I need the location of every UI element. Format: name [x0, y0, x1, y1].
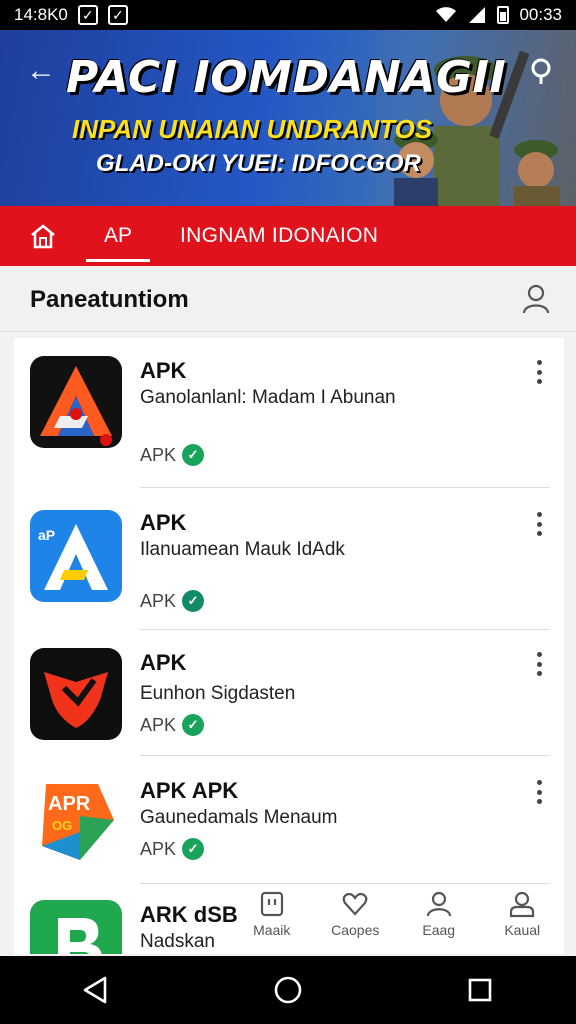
- nav-label: Maaik: [253, 922, 291, 938]
- app-tag-label: APK: [140, 714, 177, 735]
- list-item[interactable]: APK Eunhon Sigdasten APK ✓: [14, 630, 564, 756]
- app-description: Eunhon Sigdasten: [140, 683, 296, 704]
- section-header: Paneatuntiom: [0, 266, 576, 332]
- colorful-apr-icon: APR OG: [30, 776, 122, 868]
- list-item[interactable]: APK Ganolanlanl: Madam I Abunan APK ✓: [14, 338, 564, 488]
- app-title: APK: [140, 358, 187, 383]
- back-arrow-icon[interactable]: ←: [26, 56, 56, 86]
- home-icon: [31, 224, 55, 249]
- nav-item-caopes[interactable]: Caopes: [315, 890, 395, 954]
- check-notification-icon: ✓: [107, 5, 128, 25]
- signal-icon: [469, 7, 486, 23]
- app-title: APK: [140, 650, 187, 675]
- app-tag-label: APK: [140, 444, 177, 465]
- promo-banner: ← PACI IOMDANAGII INPAN UNAIAN UNDRANTOS…: [0, 30, 576, 206]
- home-circle-icon[interactable]: [271, 973, 305, 1007]
- banner-subtitle-2: GLAD-OKI YUEI: IDFOCGOR: [96, 150, 421, 177]
- app-tag: APK ✓: [140, 838, 205, 860]
- user-icon[interactable]: [522, 284, 550, 314]
- nav-label: Kaual: [504, 922, 541, 938]
- status-time-right: 00:33: [519, 5, 562, 24]
- nav-item-eaag[interactable]: Eaag: [399, 890, 479, 954]
- banner-subtitle: INPAN UNAIAN UNDRANTOS: [72, 114, 433, 144]
- app-tag-label: APK: [140, 838, 177, 859]
- wifi-icon: [436, 7, 457, 22]
- green-b-icon: [30, 900, 122, 954]
- status-time-left: 14:8K0: [14, 5, 68, 24]
- svg-text:OG: OG: [52, 818, 72, 833]
- person-icon: [426, 891, 451, 917]
- more-options-icon[interactable]: [528, 358, 550, 386]
- app-tag: APK ✓: [140, 444, 205, 466]
- app-title: APK: [140, 510, 187, 535]
- check-notification-icon: ✓: [77, 5, 98, 25]
- app-title: APK APK: [140, 778, 239, 803]
- nav-item-kaual[interactable]: Kaual: [482, 890, 562, 954]
- search-icon[interactable]: [528, 56, 558, 86]
- app-description: Gaunedamals Menaum: [140, 807, 338, 828]
- tab-indonesian[interactable]: INGNAM IDONAION: [180, 206, 378, 266]
- app-description: Ganolanlanl: Madam I Abunan: [140, 387, 396, 408]
- verified-icon: ✓: [182, 714, 205, 736]
- blue-a-icon: aP: [30, 510, 122, 602]
- tab-bar: AP INGNAM IDONAION: [0, 206, 576, 266]
- back-triangle-icon[interactable]: [79, 973, 113, 1007]
- more-options-icon[interactable]: [528, 778, 550, 806]
- app-title: ARK dSB: [140, 902, 238, 927]
- status-right: 00:33: [435, 5, 562, 25]
- verified-icon: ✓: [182, 838, 205, 860]
- app-tag: APK ✓: [140, 590, 205, 612]
- more-options-icon[interactable]: [528, 510, 550, 538]
- recents-square-icon[interactable]: [463, 973, 497, 1007]
- box-icon: [260, 891, 283, 917]
- heart-icon: [342, 892, 368, 916]
- list-item[interactable]: APR OG APK APK Gaunedamals Menaum APK ✓: [14, 756, 564, 884]
- status-bar: 14:8K0 ✓ ✓ 00:33: [0, 0, 576, 30]
- bottom-nav: Maaik Caopes Eaag Kaual: [230, 890, 564, 954]
- tab-home[interactable]: [0, 206, 86, 266]
- nav-label: Caopes: [331, 922, 380, 938]
- red-shield-icon: [30, 648, 122, 740]
- app-list: APK Ganolanlanl: Madam I Abunan APK ✓ aP…: [14, 338, 564, 954]
- svg-text:APR: APR: [48, 793, 91, 815]
- app-tag-label: APK: [140, 590, 177, 611]
- more-options-icon[interactable]: [528, 650, 550, 678]
- verified-icon: ✓: [182, 590, 205, 612]
- list-item[interactable]: aP APK Ilanuamean Mauk IdAdk APK ✓: [14, 488, 564, 630]
- verified-icon: ✓: [182, 444, 205, 466]
- app-description: Ilanuamean Mauk IdAdk: [140, 539, 345, 560]
- triangle-a-icon: [30, 356, 122, 448]
- nav-label: Eaag: [422, 922, 456, 938]
- app-tag: APK ✓: [140, 714, 205, 736]
- status-left: 14:8K0 ✓ ✓: [14, 5, 128, 25]
- battery-icon: [497, 6, 510, 24]
- svg-text:aP: aP: [38, 527, 55, 543]
- nav-item-maaik[interactable]: Maaik: [232, 890, 312, 954]
- tab-ap[interactable]: AP: [86, 206, 150, 266]
- user-icon: [510, 891, 535, 918]
- banner-title: PACI IOMDANAGII: [66, 52, 507, 103]
- system-nav-bar: [0, 956, 576, 1024]
- section-title: Paneatuntiom: [30, 286, 189, 313]
